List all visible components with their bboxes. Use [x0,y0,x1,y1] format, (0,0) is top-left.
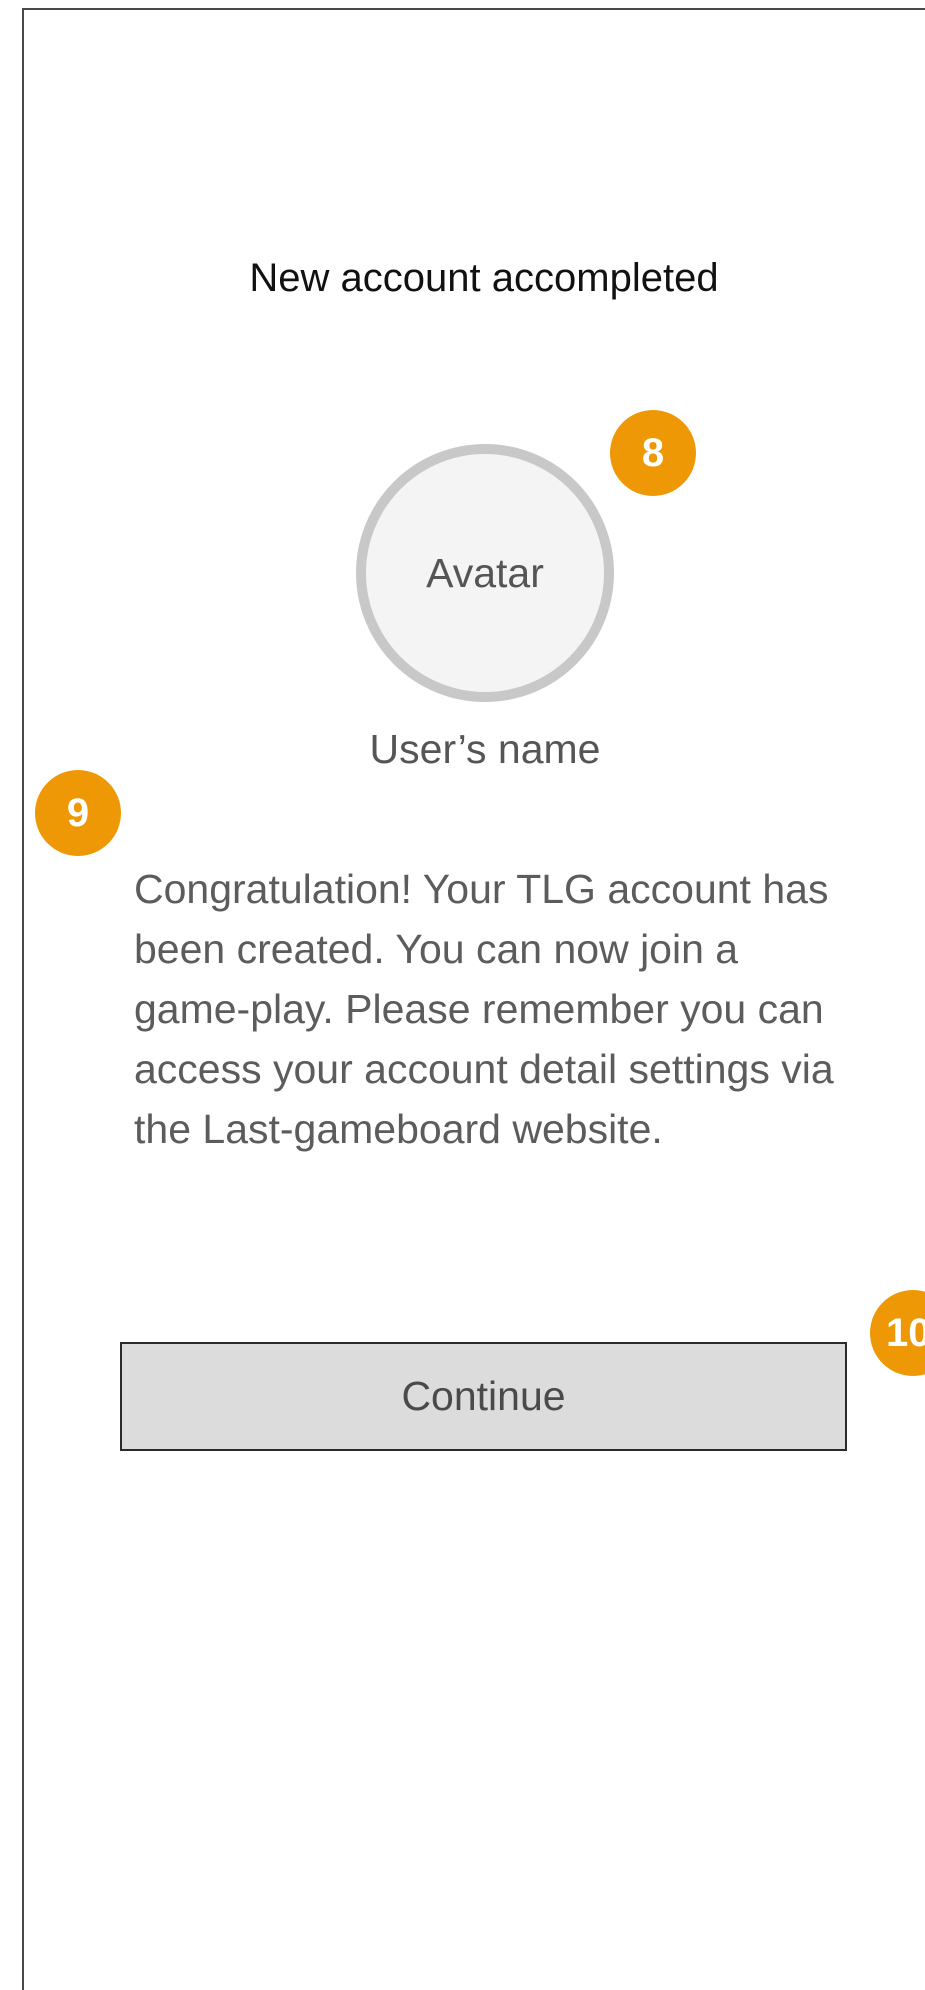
annotation-marker-9: 9 [35,770,121,856]
confirmation-message: Congratulation! Your TLG account has bee… [134,866,834,1152]
screen: New account accompleted Avatar User’s na… [0,0,925,1990]
annotation-marker-8: 8 [610,410,696,496]
continue-button[interactable]: Continue [120,1342,847,1451]
avatar[interactable]: Avatar [356,444,614,702]
page-title: New account accompleted [249,256,719,300]
user-name: User’s name [369,726,601,772]
avatar-label: Avatar [426,549,544,596]
